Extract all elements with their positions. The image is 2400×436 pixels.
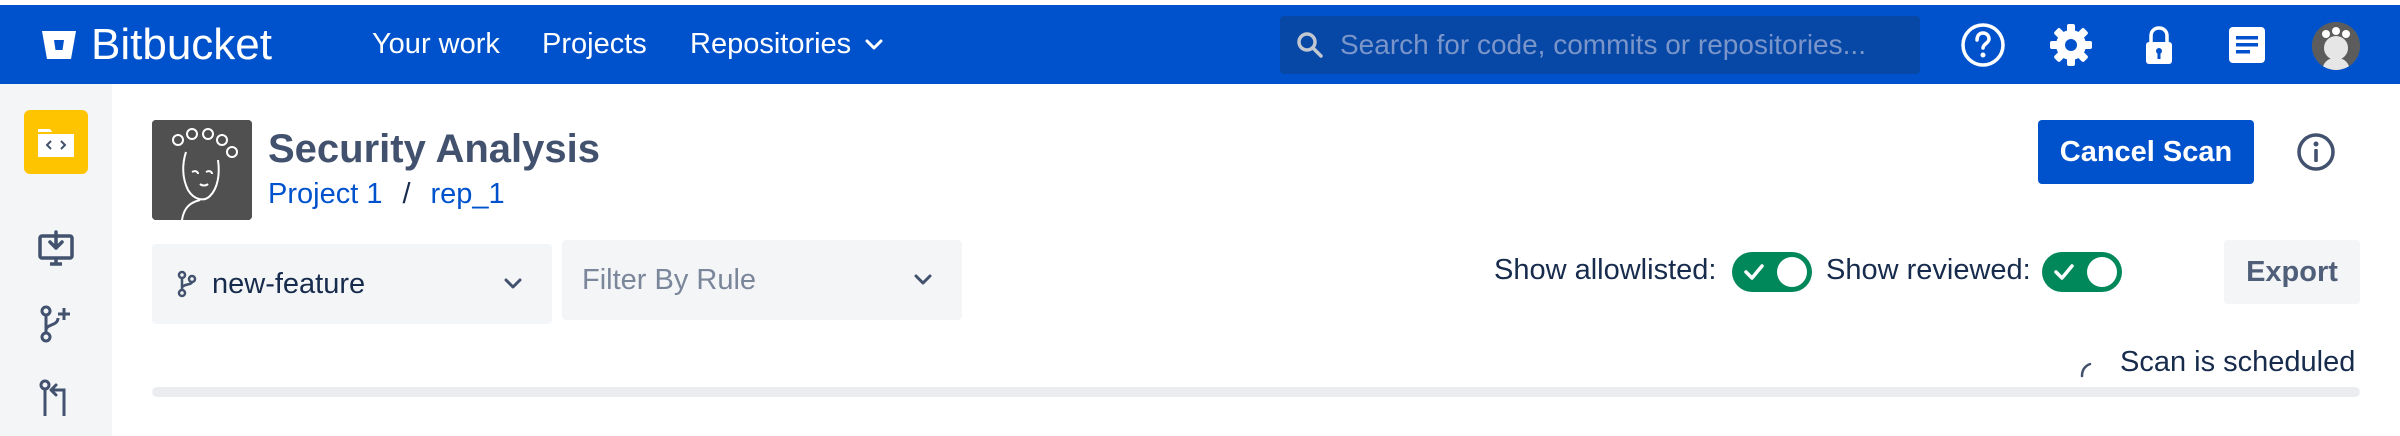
chevron-down-icon (504, 278, 522, 289)
breadcrumb-repo-link[interactable]: rep_1 (431, 178, 505, 211)
loading-spinner-icon (2080, 362, 2092, 378)
rule-filter-placeholder: Filter By Rule (582, 263, 757, 296)
rule-filter-select[interactable]: Filter By Rule (562, 240, 962, 320)
toggle-knob (2087, 257, 2117, 287)
cancel-scan-button[interactable]: Cancel Scan (2038, 120, 2254, 184)
check-icon (1744, 264, 1764, 280)
info-icon (2297, 133, 2335, 171)
branch-selector[interactable]: new-feature (152, 244, 552, 324)
notes-icon (2229, 27, 2265, 63)
user-avatar[interactable] (2312, 22, 2360, 70)
clone-icon (38, 230, 74, 266)
show-allowlisted-label: Show allowlisted: (1494, 254, 1717, 286)
project-avatar (152, 120, 252, 220)
nav-projects[interactable]: Projects (542, 5, 647, 84)
nav-repositories-label: Repositories (690, 28, 852, 60)
settings-button[interactable] (2048, 22, 2094, 68)
breadcrumb-project-link[interactable]: Project 1 (268, 178, 382, 211)
search-input[interactable] (1340, 29, 1920, 61)
bitbucket-logo-icon (42, 30, 76, 59)
scan-status-text: Scan is scheduled (2120, 346, 2356, 378)
lock-icon (2146, 26, 2172, 64)
nav-your-work[interactable]: Your work (372, 5, 500, 84)
clone-button[interactable] (34, 228, 78, 272)
help-icon (1961, 23, 2005, 67)
branch-icon (177, 270, 197, 298)
chevron-down-icon (865, 39, 883, 49)
create-branch-icon (40, 305, 70, 343)
toggle-knob (1777, 257, 1807, 287)
help-button[interactable] (1960, 22, 2006, 68)
security-button[interactable] (2136, 22, 2182, 68)
project-avatar-icon (152, 120, 252, 220)
info-button[interactable] (2294, 130, 2338, 174)
export-button[interactable]: Export (2224, 240, 2360, 304)
scan-progress-bar (152, 387, 2360, 397)
bitbucket-home-link[interactable]: Bitbucket (40, 5, 272, 84)
nav-repositories[interactable]: Repositories (690, 5, 883, 84)
repository-avatar[interactable] (24, 110, 88, 174)
show-reviewed-label: Show reviewed: (1826, 254, 2031, 286)
repository-sidebar (0, 84, 112, 436)
breadcrumb-separator: / (402, 178, 411, 210)
search-icon (1297, 32, 1323, 58)
pull-request-icon (39, 379, 66, 416)
branch-selector-value: new-feature (212, 267, 366, 300)
search-box[interactable] (1280, 16, 1920, 74)
app-name: Bitbucket (91, 19, 272, 69)
avatar-icon (2312, 22, 2360, 70)
show-allowlisted-toggle[interactable] (1732, 252, 1812, 292)
create-branch-button[interactable] (34, 302, 78, 346)
page-title: Security Analysis (268, 127, 601, 171)
top-navigation-bar: Bitbucket Your work Projects Repositorie… (0, 5, 2400, 84)
pull-requests-button[interactable] (34, 376, 78, 420)
check-icon (2054, 264, 2074, 280)
gear-icon (2050, 24, 2092, 66)
code-folder-icon (38, 129, 74, 157)
chevron-down-icon (914, 274, 932, 285)
show-reviewed-toggle[interactable] (2042, 252, 2122, 292)
breadcrumb: Project 1 / rep_1 (268, 178, 505, 211)
notes-button[interactable] (2224, 22, 2270, 68)
